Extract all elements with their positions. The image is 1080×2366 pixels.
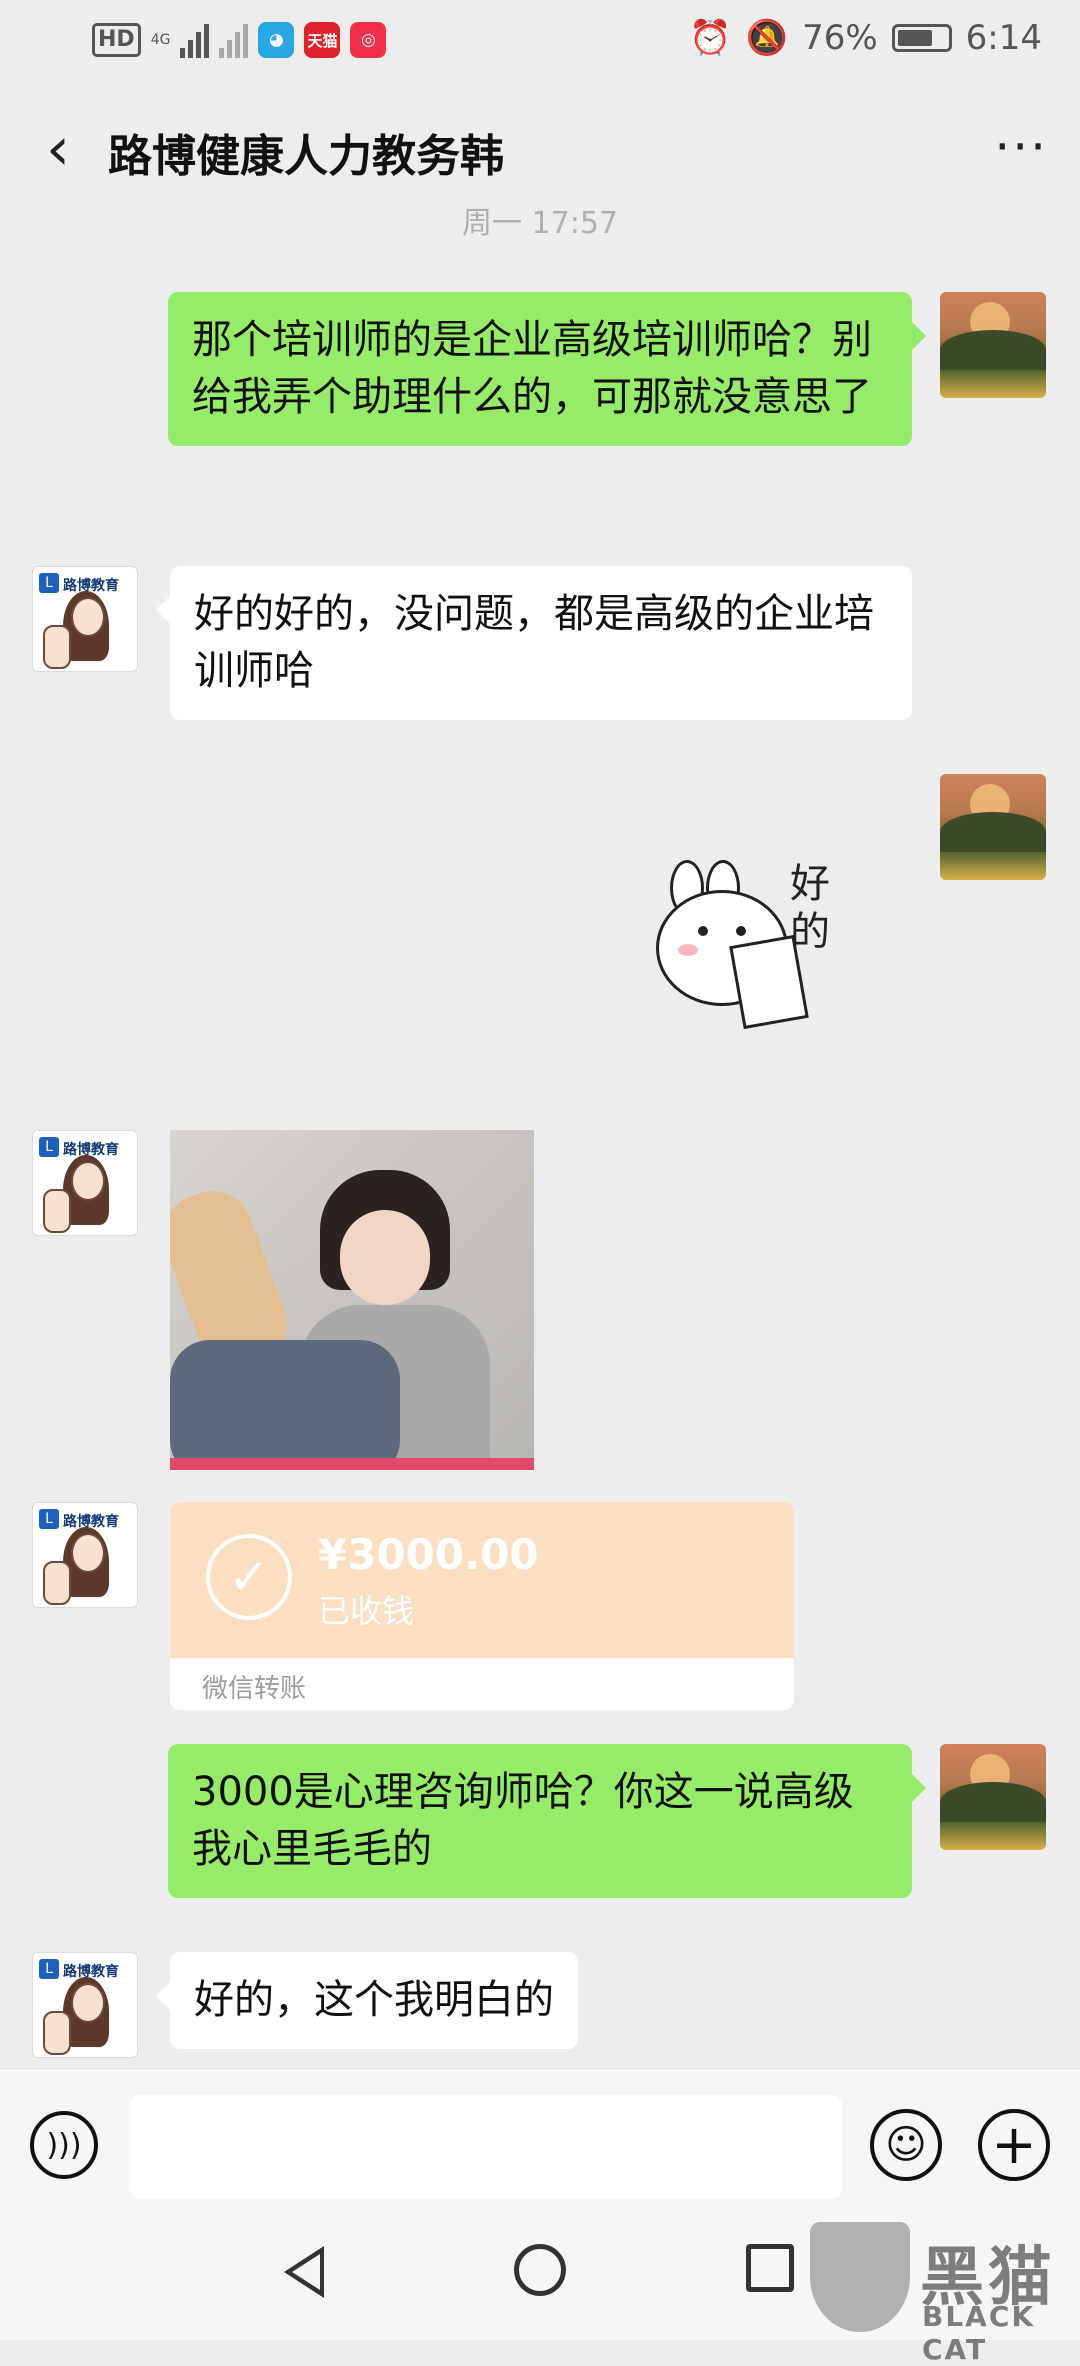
transfer-card[interactable]: ✓ ¥3000.00 已收钱 微信转账 — [170, 1502, 794, 1710]
emoji-icon: ☺ — [885, 2122, 927, 2168]
message-input[interactable] — [130, 2095, 842, 2199]
message-text: 3000是心理咨询师哈？你这一说高级我心里毛毛的 — [192, 1769, 854, 1872]
contact-avatar[interactable]: L 路博教育 — [32, 1952, 138, 2058]
message-bubble-other[interactable]: 好的好的，没问题，都是高级的企业培训师哈 — [156, 566, 912, 720]
sticker-message[interactable]: 好的 — [650, 860, 860, 1030]
message-time: 周一 17:57 — [462, 206, 618, 241]
message-bubble-other[interactable]: 好的，这个我明白的 — [156, 1952, 578, 2049]
back-button[interactable]: ‹ — [28, 114, 88, 184]
message-text: 好的，这个我明白的 — [194, 1977, 554, 2023]
self-avatar[interactable] — [940, 1744, 1046, 1850]
mute-icon: 🔕 — [745, 18, 789, 58]
nav-home-icon[interactable] — [514, 2244, 566, 2296]
transfer-top: ✓ ¥3000.00 已收钱 — [170, 1502, 794, 1658]
contact-avatar[interactable]: L 路博教育 — [32, 1130, 138, 1236]
image-message[interactable] — [170, 1130, 534, 1470]
watermark-en: BLACK CAT — [922, 2300, 1036, 2366]
transfer-amount: ¥3000.00 — [318, 1530, 539, 1579]
voice-button[interactable]: ))) — [30, 2111, 98, 2179]
nav-back-icon[interactable] — [284, 2246, 324, 2298]
battery-icon — [891, 24, 952, 52]
more-button[interactable]: ··· — [994, 118, 1048, 176]
alarm-icon: ⏰ — [689, 18, 732, 58]
signal-icon — [180, 22, 210, 58]
chat-header: ‹ 路博健康人力教务韩 ··· — [0, 84, 1080, 214]
status-right: ⏰ 🔕 76% 6:14 — [689, 18, 1042, 58]
status-left: HD 4G ◕ 天猫 ◎ — [92, 22, 387, 58]
plus-button[interactable]: + — [978, 2109, 1050, 2181]
plus-icon: + — [991, 2113, 1037, 2176]
emoji-button[interactable]: ☺ — [870, 2109, 942, 2181]
app-notification-icon: ◕ — [258, 22, 295, 58]
tmall-icon: 天猫 — [304, 22, 341, 58]
transfer-footer: 微信转账 — [170, 1658, 794, 1710]
sticker-text: 好的 — [790, 861, 830, 955]
battery-percent: 76% — [802, 18, 878, 58]
self-avatar[interactable] — [940, 774, 1046, 880]
cat-shield-icon — [810, 2222, 910, 2332]
message-text: 那个培训师的是企业高级培训师哈？别给我弄个助理什么的，可那就没意思了 — [192, 317, 872, 420]
signal-2-icon — [219, 22, 249, 58]
contact-avatar[interactable]: L 路博教育 — [32, 566, 138, 672]
nav-recent-icon[interactable] — [746, 2244, 794, 2292]
network-type: 4G — [150, 32, 171, 48]
app-notification-2-icon: ◎ — [350, 22, 387, 58]
voice-icon: ))) — [46, 2127, 82, 2163]
contact-avatar[interactable]: L 路博教育 — [32, 1502, 138, 1608]
check-icon: ✓ — [206, 1534, 292, 1620]
transfer-label: 微信转账 — [202, 1674, 307, 1704]
status-bar: HD 4G ◕ 天猫 ◎ ⏰ 🔕 76% 6:14 — [0, 0, 1080, 84]
message-text: 好的好的，没问题，都是高级的企业培训师哈 — [194, 591, 874, 694]
message-bubble-self[interactable]: 3000是心理咨询师哈？你这一说高级我心里毛毛的 — [168, 1744, 926, 1898]
hd-indicator: HD — [92, 23, 141, 57]
clock: 6:14 — [965, 18, 1042, 58]
input-bar: ))) ☺ + — [0, 2068, 1080, 2221]
chat-title: 路博健康人力教务韩 — [108, 131, 504, 182]
transfer-status: 已收钱 — [318, 1592, 415, 1630]
message-bubble-self[interactable]: 那个培训师的是企业高级培训师哈？别给我弄个助理什么的，可那就没意思了 — [168, 292, 926, 446]
chevron-left-icon: ‹ — [46, 114, 70, 184]
watermark: 黑猫 BLACK CAT — [810, 2222, 1080, 2366]
self-avatar[interactable] — [940, 292, 1046, 398]
